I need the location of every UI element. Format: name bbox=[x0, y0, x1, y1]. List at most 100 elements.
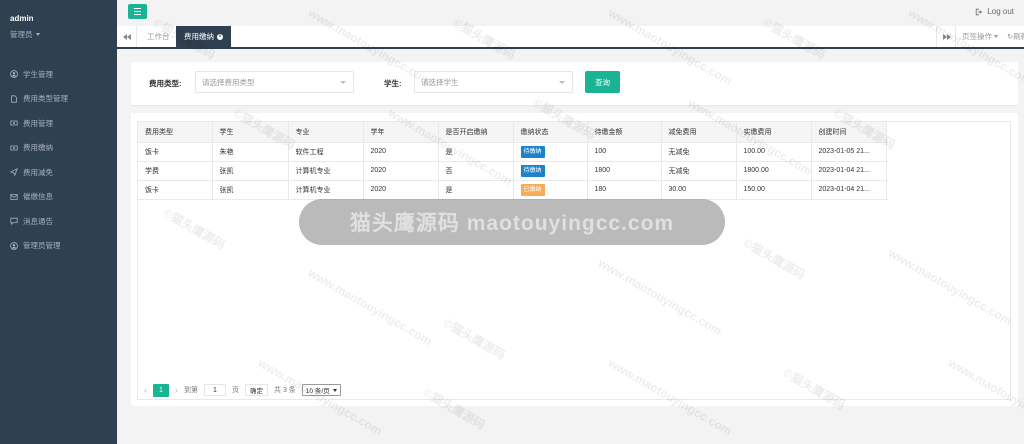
prev-page-icon[interactable]: ‹ bbox=[144, 385, 147, 395]
column-header[interactable]: 学生 bbox=[212, 122, 289, 143]
fee-type-label: 费用类型: bbox=[149, 79, 182, 88]
table-cell: 150.00 bbox=[736, 180, 812, 200]
user-role-dropdown[interactable]: 管理员 bbox=[10, 29, 117, 40]
status-badge: 待缴纳 bbox=[520, 164, 545, 177]
column-header[interactable]: 专业 bbox=[288, 122, 364, 143]
table-cell: 计算机专业 bbox=[288, 161, 364, 181]
table-cell: 是 bbox=[438, 180, 514, 200]
sign-out-icon bbox=[976, 8, 983, 15]
sidebar-item[interactable]: 学生管理 bbox=[0, 62, 117, 87]
sidebar-item[interactable]: 管理员管理 bbox=[0, 234, 117, 259]
fee-type-select[interactable]: 请选择费用类型 bbox=[195, 71, 354, 93]
table-cell: 无减免 bbox=[661, 161, 737, 181]
tab-operations-dropdown[interactable]: 页签操作 bbox=[955, 26, 1004, 47]
column-header[interactable]: 减免费用 bbox=[661, 122, 737, 143]
goto-prefix-label: 到第 bbox=[184, 387, 198, 394]
tab-scroll-right-button[interactable] bbox=[936, 26, 956, 47]
status-cell: 待缴纳 bbox=[513, 142, 588, 162]
table-panel: 费用类型学生专业学年是否开启缴纳缴纳状态待缴金额减免费用实缴费用创建时间操作 饭… bbox=[131, 113, 1018, 406]
comment-icon bbox=[10, 217, 18, 226]
sidebar-item[interactable]: 费用减免 bbox=[0, 160, 117, 185]
mail-icon bbox=[10, 193, 18, 201]
user-circle-icon bbox=[10, 241, 18, 250]
status-cell: 已缴纳 bbox=[513, 180, 588, 200]
action-cell: 催缴 bbox=[886, 161, 887, 181]
column-header[interactable]: 是否开启缴纳 bbox=[438, 122, 514, 143]
sidebar-item-label: 管理员管理 bbox=[23, 241, 61, 251]
table-cell: 饭卡 bbox=[138, 180, 213, 200]
tab-operations-label: 页签操作 bbox=[962, 32, 992, 41]
search-button[interactable]: 查询 bbox=[585, 71, 620, 93]
table-cell: 30.00 bbox=[661, 180, 737, 200]
table-cell: 2020 bbox=[363, 180, 439, 200]
file-icon bbox=[10, 95, 18, 103]
table-cell: 计算机专业 bbox=[288, 180, 364, 200]
column-header[interactable]: 操作 bbox=[886, 122, 887, 143]
hamburger-icon bbox=[134, 7, 141, 9]
user-name: admin bbox=[10, 14, 34, 23]
sidebar-toggle-button[interactable] bbox=[128, 4, 147, 19]
sidebar-item[interactable]: 费用缴纳 bbox=[0, 136, 117, 161]
table-row: 饭卡 张凯 计算机专业 2020 是已缴纳 180 30.00 150.00 2023-01-0… bbox=[138, 180, 887, 200]
column-header[interactable]: 学年 bbox=[363, 122, 439, 143]
column-header[interactable]: 待缴金额 bbox=[587, 122, 662, 143]
page-size-select[interactable]: 10 条/页 bbox=[301, 384, 341, 396]
total-count: 共 3 条 bbox=[274, 387, 296, 394]
column-header[interactable]: 实缴费用 bbox=[736, 122, 812, 143]
table-body: 饭卡 朱艳 软件工程 2020 是待缴纳 100 无减免 100.00 2023-01-05 2… bbox=[138, 142, 887, 200]
tabs-bar: 工作台 费用缴纳 × 页签操作 ↻刷新 bbox=[117, 26, 1024, 49]
money-icon bbox=[10, 144, 18, 152]
fee-payment-table: 费用类型学生专业学年是否开启缴纳缴纳状态待缴金额减免费用实缴费用创建时间操作 饭… bbox=[138, 122, 887, 200]
table-cell: 2020 bbox=[363, 142, 439, 162]
table-cell: 2023-01-04 21... bbox=[811, 180, 887, 200]
refresh-tab-button[interactable]: ↻刷新 bbox=[1004, 26, 1024, 47]
table-cell: 学费 bbox=[138, 161, 213, 181]
table-row: 学费 张凯 计算机专业 2020 否待缴纳 1800 无减免 1800.00 2023-01-0… bbox=[138, 161, 887, 181]
column-header[interactable]: 费用类型 bbox=[138, 122, 213, 143]
send-icon bbox=[10, 168, 18, 177]
sidebar-menu: 学生管理费用类型管理 费用管理费用缴纳费用减免催缴信息消息通告管理员管理 bbox=[0, 62, 117, 258]
sidebar-item[interactable]: 费用管理 bbox=[0, 111, 117, 136]
sidebar-item-label: 费用管理 bbox=[23, 118, 53, 128]
sidebar-item-label: 催缴信息 bbox=[23, 192, 53, 202]
table-cell: 张凯 bbox=[212, 180, 289, 200]
pagination: ‹ 1 › 到第 1 页 确定 共 3 条 10 条/页 bbox=[144, 383, 341, 397]
logout-link[interactable]: Log out bbox=[975, 7, 1014, 16]
table-cell: 是 bbox=[438, 142, 514, 162]
table-cell: 饭卡 bbox=[138, 142, 213, 162]
sidebar-item[interactable]: 费用类型管理 bbox=[0, 87, 117, 112]
goto-confirm-button[interactable]: 确定 bbox=[245, 384, 268, 396]
action-cell: 催缴 bbox=[886, 142, 887, 162]
table-cell: 朱艳 bbox=[212, 142, 289, 162]
sidebar-item[interactable]: 催缴信息 bbox=[0, 185, 117, 210]
student-placeholder: 请选择学生 bbox=[421, 77, 459, 87]
table-container: 费用类型学生专业学年是否开启缴纳缴纳状态待缴金额减免费用实缴费用创建时间操作 饭… bbox=[137, 121, 1011, 400]
column-header[interactable]: 缴纳状态 bbox=[513, 122, 588, 143]
user-role-label: 管理员 bbox=[10, 30, 33, 39]
sidebar: admin 管理员 学生管理费用类型管理 费用管理费用缴纳费用减免催缴信息消息通告… bbox=[0, 0, 117, 444]
tab-scroll-left-button[interactable] bbox=[117, 26, 137, 47]
next-page-icon[interactable]: › bbox=[175, 385, 178, 395]
close-tab-icon[interactable]: × bbox=[217, 33, 223, 40]
sidebar-item-label: 消息通告 bbox=[23, 216, 53, 226]
table-cell: 100 bbox=[587, 142, 662, 162]
top-header: Log out bbox=[117, 0, 1024, 26]
table-cell: 否 bbox=[438, 161, 514, 181]
sidebar-item-label: 费用减免 bbox=[23, 167, 53, 177]
student-label: 学生: bbox=[384, 79, 402, 88]
table-cell: 无减免 bbox=[661, 142, 737, 162]
column-header[interactable]: 创建时间 bbox=[811, 122, 887, 143]
sidebar-item[interactable]: 消息通告 bbox=[0, 209, 117, 234]
student-select[interactable]: 请选择学生 bbox=[414, 71, 573, 93]
tab-fee-payment[interactable]: 费用缴纳 × bbox=[176, 26, 231, 47]
refresh-label: 刷新 bbox=[1013, 32, 1024, 41]
goto-page-input[interactable]: 1 bbox=[204, 384, 226, 396]
backward-icon bbox=[122, 33, 131, 40]
sidebar-item-label: 费用类型管理 bbox=[23, 94, 68, 104]
user-profile: admin 管理员 bbox=[0, 0, 117, 56]
tab-workbench[interactable]: 工作台 bbox=[139, 26, 178, 47]
tab-label: 工作台 bbox=[147, 32, 170, 41]
table-header-row: 费用类型学生专业学年是否开启缴纳缴纳状态待缴金额减免费用实缴费用创建时间操作 bbox=[138, 122, 887, 143]
table-cell: 1800 bbox=[587, 161, 662, 181]
current-page-button[interactable]: 1 bbox=[153, 383, 169, 397]
